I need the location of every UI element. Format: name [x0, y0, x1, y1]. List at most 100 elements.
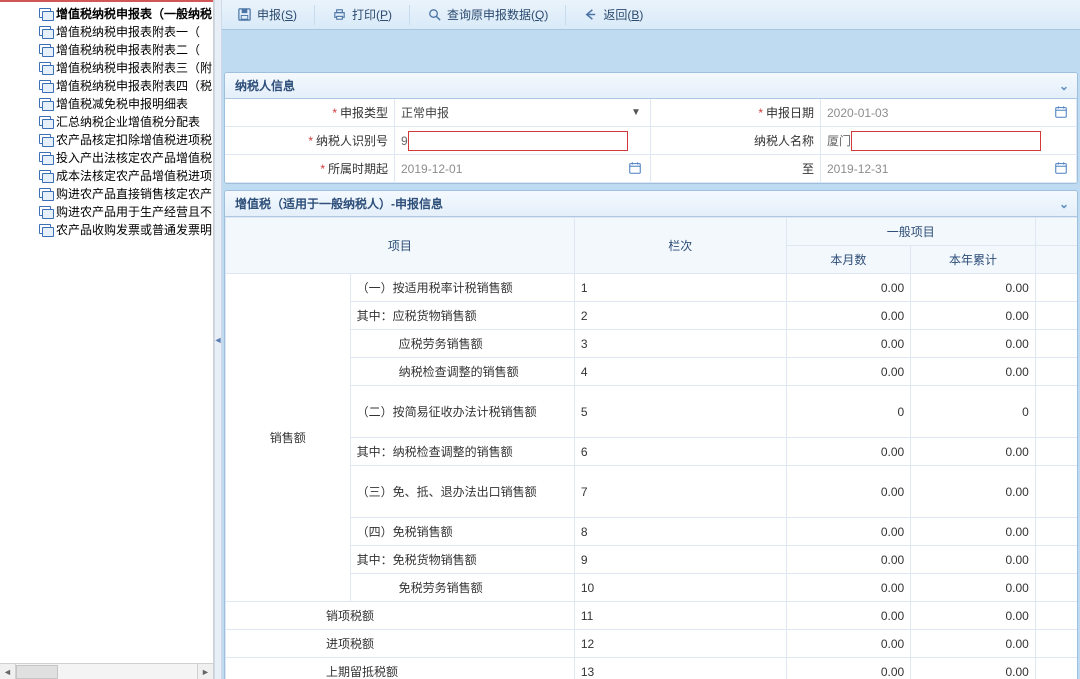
- num-cell[interactable]: 0.00: [1035, 330, 1077, 358]
- end-field[interactable]: 2019-12-31: [821, 155, 1077, 183]
- id-label: *纳税人识别号: [225, 127, 395, 155]
- table-row: （三）免、抵、退办法出口销售额70.000.00----: [226, 466, 1078, 518]
- taxpayer-name-input[interactable]: [851, 131, 1041, 151]
- num-cell[interactable]: 0: [911, 386, 1036, 438]
- table-row: 进项税额120.000.000.000.0: [226, 630, 1078, 658]
- num-cell[interactable]: --: [1035, 518, 1077, 546]
- col-month-1: 本月数: [786, 246, 911, 274]
- sidebar-hscrollbar[interactable]: ◄ ►: [0, 663, 213, 679]
- num-cell[interactable]: --: [1035, 466, 1077, 518]
- num-cell[interactable]: 0.00: [911, 466, 1036, 518]
- tree-item[interactable]: 农产品核定扣除增值税进项税: [0, 130, 213, 148]
- tree-item[interactable]: 增值税纳税申报表附表一（: [0, 22, 213, 40]
- tree-item[interactable]: 汇总纳税企业增值税分配表: [0, 112, 213, 130]
- query-button[interactable]: 查询原申报数据(Q): [418, 4, 557, 26]
- tree-item[interactable]: 成本法核定农产品增值税进项: [0, 166, 213, 184]
- row-label: （四）免税销售额: [350, 518, 574, 546]
- row-index: 10: [574, 574, 786, 602]
- date-field[interactable]: 2020-01-03: [821, 99, 1077, 127]
- num-cell[interactable]: 0.00: [786, 438, 911, 466]
- num-cell[interactable]: 0.00: [1035, 630, 1077, 658]
- toolbar-separator: [314, 5, 315, 25]
- num-cell[interactable]: 0.00: [786, 630, 911, 658]
- num-cell[interactable]: 0.00: [911, 274, 1036, 302]
- tree-item[interactable]: 增值税纳税申报表附表二（: [0, 40, 213, 58]
- tree-item[interactable]: 农产品收购发票或普通发票明: [0, 220, 213, 238]
- row-index: 6: [574, 438, 786, 466]
- row-index: 13: [574, 658, 786, 679]
- num-cell[interactable]: 0.00: [1035, 438, 1077, 466]
- form-icon: [38, 169, 52, 181]
- calendar-icon[interactable]: [1054, 105, 1070, 121]
- tree-item[interactable]: 购进农产品直接销售核定农产: [0, 184, 213, 202]
- num-cell[interactable]: 0.00: [911, 546, 1036, 574]
- scroll-right-button[interactable]: ►: [197, 664, 213, 679]
- num-cell[interactable]: 0.00: [786, 302, 911, 330]
- num-cell[interactable]: 0.00: [786, 546, 911, 574]
- num-cell[interactable]: 0.00: [911, 602, 1036, 630]
- row-index: 8: [574, 518, 786, 546]
- num-cell[interactable]: --: [1035, 546, 1077, 574]
- num-cell[interactable]: 0.00: [786, 658, 911, 679]
- start-field[interactable]: 2019-12-01: [395, 155, 651, 183]
- tree-item[interactable]: 增值税纳税申报表附表三（附: [0, 58, 213, 76]
- num-cell[interactable]: 0.00: [911, 630, 1036, 658]
- taxpayer-id-input[interactable]: [408, 131, 628, 151]
- declare-button[interactable]: 申报(S): [228, 4, 306, 26]
- tree-item[interactable]: 增值税纳税申报表（一般纳税: [0, 4, 213, 22]
- table-row: 免税劳务销售额100.000.00----: [226, 574, 1078, 602]
- num-cell[interactable]: 0.00: [786, 330, 911, 358]
- num-cell[interactable]: 0.00: [911, 438, 1036, 466]
- num-cell[interactable]: 0.00: [911, 574, 1036, 602]
- taxpayer-panel-body: *申报类型 正常申报▼ *申报日期 2020-01-03 *纳税人识别号: [225, 99, 1077, 183]
- scroll-left-button[interactable]: ◄: [0, 664, 16, 679]
- num-cell[interactable]: 0.00: [786, 274, 911, 302]
- content-scroll[interactable]: 纳税人信息 ⌄ *申报类型 正常申报▼ *申报日期 2020-01-03: [222, 30, 1080, 679]
- tree-item[interactable]: 增值税纳税申报表附表四（税: [0, 76, 213, 94]
- num-cell[interactable]: 0: [786, 386, 911, 438]
- table-row: 销售额（一）按适用税率计税销售额10.000.000.000.0: [226, 274, 1078, 302]
- scroll-thumb[interactable]: [16, 665, 58, 679]
- group-label-cell: 销售额: [226, 274, 351, 602]
- chevron-down-icon: ▼: [628, 107, 644, 118]
- num-cell[interactable]: 0.00: [911, 658, 1036, 679]
- num-cell[interactable]: 0.00: [1035, 358, 1077, 386]
- calendar-icon[interactable]: [1054, 161, 1070, 177]
- tree-item[interactable]: 投入产出法核定农产品增值税: [0, 148, 213, 166]
- table-row: （二）按简易征收办法计税销售额5000.000: [226, 386, 1078, 438]
- num-cell[interactable]: 0.00: [911, 518, 1036, 546]
- num-cell[interactable]: 0.00: [1035, 302, 1077, 330]
- num-cell[interactable]: 0.00: [1035, 274, 1077, 302]
- tree-item[interactable]: 购进农产品用于生产经营且不: [0, 202, 213, 220]
- print-button[interactable]: 打印(P): [323, 4, 401, 26]
- table-row: 其中：纳税检查调整的销售额60.000.000.000.0: [226, 438, 1078, 466]
- num-cell[interactable]: 0.00: [1035, 658, 1077, 679]
- back-button[interactable]: 返回(B): [574, 4, 652, 26]
- tree-item-label: 成本法核定农产品增值税进项: [56, 167, 212, 184]
- num-cell[interactable]: 0.00: [786, 518, 911, 546]
- taxpayer-panel-head[interactable]: 纳税人信息 ⌄: [225, 73, 1077, 99]
- num-cell[interactable]: 0.00: [786, 358, 911, 386]
- splitter-grip[interactable]: ◄: [215, 320, 221, 360]
- num-cell[interactable]: 0.00: [786, 466, 911, 518]
- num-cell[interactable]: 0.00: [1035, 602, 1077, 630]
- calendar-icon[interactable]: [628, 161, 644, 177]
- num-cell[interactable]: --: [1035, 574, 1077, 602]
- num-cell[interactable]: 0.00: [911, 358, 1036, 386]
- chevron-down-icon: ⌄: [1059, 197, 1069, 211]
- vat-panel-head[interactable]: 增值税（适用于一般纳税人）-申报信息 ⌄: [225, 191, 1077, 217]
- num-cell[interactable]: 0.00: [911, 302, 1036, 330]
- num-cell[interactable]: 0.00: [786, 574, 911, 602]
- num-cell[interactable]: 0.00: [786, 602, 911, 630]
- name-field-cell: 厦门: [821, 127, 1077, 155]
- tree-item[interactable]: 增值税减免税申报明细表: [0, 94, 213, 112]
- row-label: 免税劳务销售额: [350, 574, 574, 602]
- vat-panel-title: 增值税（适用于一般纳税人）-申报信息: [235, 195, 443, 212]
- scroll-track[interactable]: [16, 664, 197, 679]
- form-icon: [38, 43, 52, 55]
- splitter[interactable]: ◄: [214, 0, 222, 679]
- num-cell[interactable]: 0.00: [911, 330, 1036, 358]
- type-label: *申报类型: [225, 99, 395, 127]
- num-cell[interactable]: 0.00: [1035, 386, 1077, 438]
- type-combo[interactable]: 正常申报▼: [395, 99, 651, 127]
